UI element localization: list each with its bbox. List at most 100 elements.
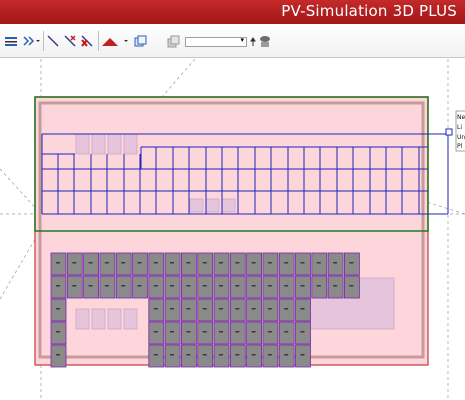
pv-module[interactable] <box>132 252 148 276</box>
pv-module[interactable] <box>213 275 230 299</box>
pv-module[interactable] <box>180 321 197 345</box>
obstacle[interactable] <box>75 308 90 330</box>
obstacle[interactable] <box>205 198 220 213</box>
pv-module[interactable] <box>295 275 311 299</box>
delete-line-icon[interactable] <box>80 33 94 49</box>
pv-module[interactable] <box>164 298 181 322</box>
pv-module[interactable] <box>343 252 360 276</box>
module-panel <box>246 275 263 299</box>
remove-line-icon[interactable] <box>63 33 77 49</box>
pv-module[interactable] <box>262 252 279 276</box>
pv-module[interactable] <box>50 275 67 299</box>
pv-module[interactable] <box>343 275 360 299</box>
pv-module[interactable] <box>50 344 67 368</box>
pv-module[interactable] <box>246 344 263 368</box>
module-marker <box>170 331 175 333</box>
camera-eye-icon[interactable] <box>258 33 272 49</box>
pv-module[interactable] <box>262 298 279 322</box>
pv-module[interactable] <box>148 252 165 276</box>
pv-module[interactable] <box>115 252 132 276</box>
pv-module[interactable] <box>213 344 230 368</box>
pv-module[interactable] <box>115 275 132 299</box>
pv-module[interactable] <box>66 252 83 276</box>
pv-module[interactable] <box>66 275 83 299</box>
pv-module[interactable] <box>295 298 311 322</box>
pv-module[interactable] <box>213 321 230 345</box>
pv-module[interactable] <box>327 275 344 299</box>
pv-module[interactable] <box>50 321 67 345</box>
line-tool-icon[interactable] <box>46 33 60 49</box>
pv-module[interactable] <box>197 298 214 322</box>
pv-module[interactable] <box>50 252 67 276</box>
pv-module[interactable] <box>295 344 311 368</box>
layers-icon[interactable] <box>166 33 180 49</box>
pv-module[interactable] <box>278 344 295 368</box>
pv-module[interactable] <box>180 298 197 322</box>
pv-module[interactable] <box>164 321 181 345</box>
obstacle[interactable] <box>91 308 106 330</box>
obstacle[interactable] <box>91 133 106 155</box>
pin-icon[interactable] <box>248 33 258 49</box>
pv-module[interactable] <box>50 298 67 322</box>
pv-module[interactable] <box>262 321 279 345</box>
pv-module[interactable] <box>148 275 165 299</box>
pv-module[interactable] <box>229 252 246 276</box>
pv-module[interactable] <box>246 321 263 345</box>
pv-module[interactable] <box>311 275 328 299</box>
pv-module[interactable] <box>148 321 165 345</box>
pv-module[interactable] <box>164 275 181 299</box>
pv-module[interactable] <box>327 252 344 276</box>
pv-module[interactable] <box>278 298 295 322</box>
pv-module[interactable] <box>180 275 197 299</box>
pv-module[interactable] <box>295 321 311 345</box>
obstacle[interactable] <box>107 133 122 155</box>
module-marker <box>186 285 191 287</box>
pv-module[interactable] <box>213 298 230 322</box>
pv-module[interactable] <box>229 298 246 322</box>
pv-module[interactable] <box>246 275 263 299</box>
layer-dropdown[interactable]: ▾ <box>185 36 247 47</box>
pv-module[interactable] <box>278 252 295 276</box>
obstacle[interactable] <box>123 308 138 330</box>
obstacle[interactable] <box>189 198 204 213</box>
module-marker <box>235 308 240 310</box>
obstacle[interactable] <box>221 198 236 213</box>
pv-module[interactable] <box>99 275 116 299</box>
pv-module[interactable] <box>132 275 148 299</box>
pv-module[interactable] <box>229 275 246 299</box>
obstacle[interactable] <box>107 308 122 330</box>
pv-module[interactable] <box>278 321 295 345</box>
module-marker <box>153 331 158 333</box>
align-grid-icon[interactable] <box>4 33 18 49</box>
pv-module[interactable] <box>262 275 279 299</box>
pv-module[interactable] <box>262 344 279 368</box>
pv-module[interactable] <box>246 252 263 276</box>
pv-module[interactable] <box>180 252 197 276</box>
pv-module[interactable] <box>148 344 165 368</box>
pv-module[interactable] <box>213 252 230 276</box>
roof-shape-icon[interactable] <box>101 33 129 49</box>
pv-module[interactable] <box>148 298 165 322</box>
pv-module[interactable] <box>229 321 246 345</box>
pv-module[interactable] <box>229 344 246 368</box>
drawing-canvas[interactable]: Ne Li Un Pl <box>0 59 465 400</box>
connector-box[interactable] <box>445 128 453 136</box>
obstacle[interactable] <box>75 133 90 155</box>
obstacle[interactable] <box>123 133 138 155</box>
pv-module[interactable] <box>99 252 116 276</box>
pv-module[interactable] <box>197 252 214 276</box>
pv-module[interactable] <box>83 275 99 299</box>
pv-module[interactable] <box>197 275 214 299</box>
pv-module[interactable] <box>278 275 295 299</box>
pv-module[interactable] <box>197 344 214 368</box>
pv-module[interactable] <box>180 344 197 368</box>
pv-module[interactable] <box>83 252 99 276</box>
copy-object-icon[interactable] <box>133 33 147 49</box>
pv-module[interactable] <box>295 252 311 276</box>
pv-module[interactable] <box>311 252 328 276</box>
pv-module[interactable] <box>164 252 181 276</box>
distribute-icon[interactable] <box>22 33 40 49</box>
pv-module[interactable] <box>246 298 263 322</box>
pv-module[interactable] <box>197 321 214 345</box>
pv-module[interactable] <box>164 344 181 368</box>
